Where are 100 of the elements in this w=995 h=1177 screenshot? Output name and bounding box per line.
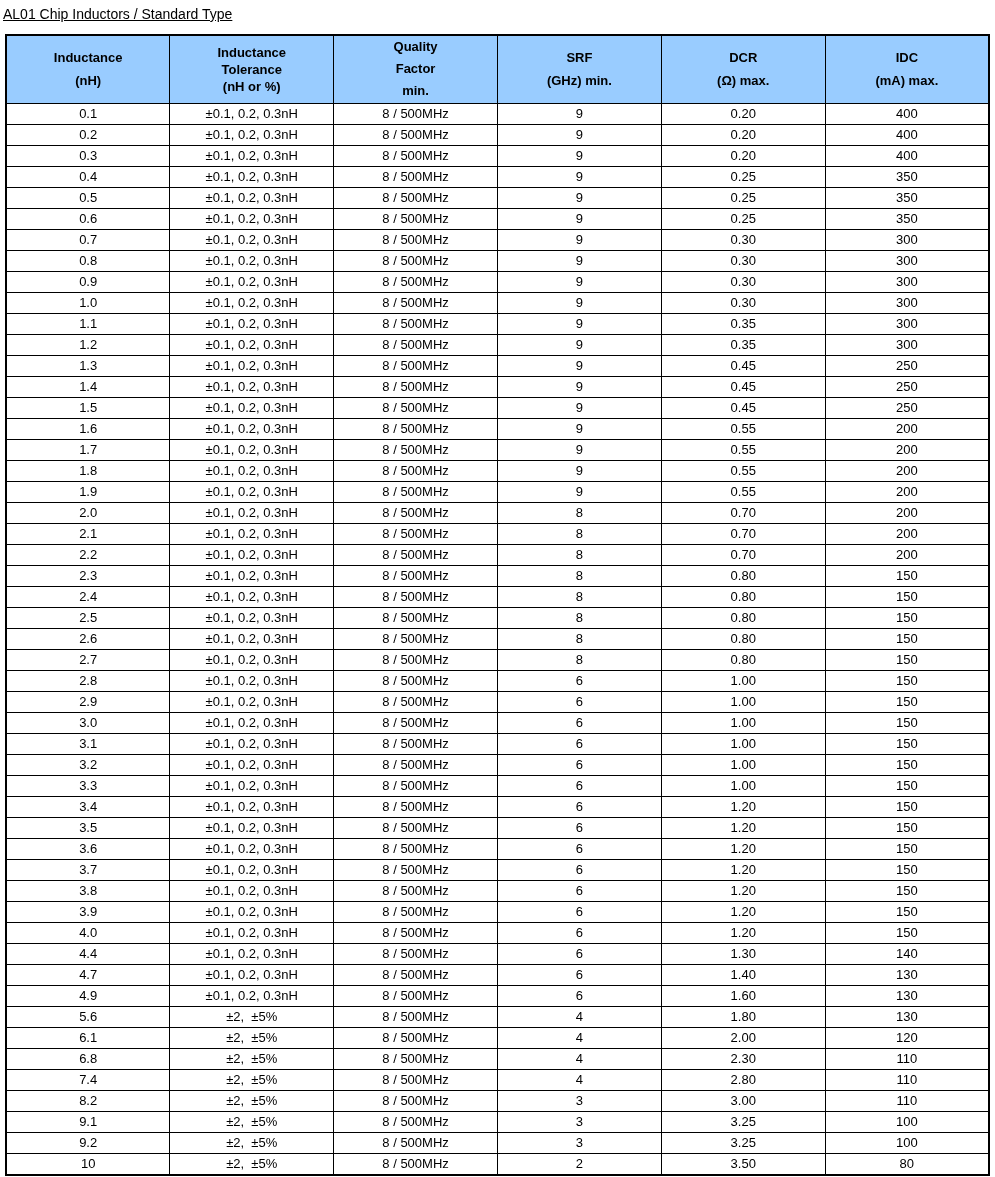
table-cell: 8 / 500MHz — [333, 1132, 498, 1153]
table-cell: 8 / 500MHz — [333, 502, 498, 523]
table-cell: 3.5 — [6, 817, 170, 838]
table-cell: 2.2 — [6, 544, 170, 565]
table-cell: 6 — [497, 712, 662, 733]
table-cell: 1.60 — [661, 985, 826, 1006]
table-cell: 2.4 — [6, 586, 170, 607]
table-cell: ±0.1, 0.2, 0.3nH — [169, 649, 334, 670]
table-cell: ±0.1, 0.2, 0.3nH — [169, 964, 334, 985]
table-cell: ±2, ±5% — [169, 1027, 334, 1048]
table-cell: 6 — [497, 796, 662, 817]
table-cell: 9 — [497, 334, 662, 355]
table-cell: 1.00 — [661, 712, 826, 733]
table-cell: 8 / 500MHz — [333, 817, 498, 838]
table-cell: 0.30 — [661, 250, 826, 271]
table-cell: 2.5 — [6, 607, 170, 628]
table-cell: 9 — [497, 124, 662, 145]
table-cell: ±0.1, 0.2, 0.3nH — [169, 250, 334, 271]
table-cell: 8 / 500MHz — [333, 733, 498, 754]
table-cell: 2.0 — [6, 502, 170, 523]
table-cell: 0.5 — [6, 187, 170, 208]
table-cell: 9 — [497, 313, 662, 334]
table-cell: 1.9 — [6, 481, 170, 502]
table-cell: 8 / 500MHz — [333, 859, 498, 880]
table-cell: 3.00 — [661, 1090, 826, 1111]
table-cell: ±0.1, 0.2, 0.3nH — [169, 271, 334, 292]
table-cell: 4.4 — [6, 943, 170, 964]
table-cell: 8 / 500MHz — [333, 313, 498, 334]
table-cell: 4 — [497, 1048, 662, 1069]
table-cell: 1.4 — [6, 376, 170, 397]
table-cell: 1.80 — [661, 1006, 826, 1027]
table-cell: 8 / 500MHz — [333, 103, 498, 124]
table-cell: ±0.1, 0.2, 0.3nH — [169, 628, 334, 649]
table-cell: 8 / 500MHz — [333, 943, 498, 964]
table-cell: 9 — [497, 418, 662, 439]
table-cell: ±0.1, 0.2, 0.3nH — [169, 460, 334, 481]
table-cell: 8 — [497, 586, 662, 607]
table-cell: ±2, ±5% — [169, 1090, 334, 1111]
table-cell: 0.80 — [661, 586, 826, 607]
table-cell: 0.3 — [6, 145, 170, 166]
table-cell: 8 / 500MHz — [333, 166, 498, 187]
table-cell: 8 / 500MHz — [333, 418, 498, 439]
table-cell: 9 — [497, 292, 662, 313]
table-cell: 8 / 500MHz — [333, 208, 498, 229]
table-cell: 1.00 — [661, 691, 826, 712]
table-cell: 9.1 — [6, 1111, 170, 1132]
table-cell: 3.4 — [6, 796, 170, 817]
table-cell: ±0.1, 0.2, 0.3nH — [169, 586, 334, 607]
table-cell: 0.30 — [661, 271, 826, 292]
table-cell: 8 / 500MHz — [333, 796, 498, 817]
table-cell: 6 — [497, 754, 662, 775]
table-cell: 8 — [497, 649, 662, 670]
table-cell: 6 — [497, 775, 662, 796]
table-cell: 8 / 500MHz — [333, 481, 498, 502]
table-cell: ±2, ±5% — [169, 1069, 334, 1090]
table-title: AL01 Chip Inductors / Standard Type — [3, 5, 233, 23]
table-cell: 8 / 500MHz — [333, 1006, 498, 1027]
table-cell: ±0.1, 0.2, 0.3nH — [169, 775, 334, 796]
table-cell: 5.6 — [6, 1006, 170, 1027]
table-cell: 6 — [497, 859, 662, 880]
table-cell: 8 / 500MHz — [333, 964, 498, 985]
table-cell: 9 — [497, 460, 662, 481]
table-cell: 2.80 — [661, 1069, 826, 1090]
table-cell: ±0.1, 0.2, 0.3nH — [169, 796, 334, 817]
table-cell: 0.30 — [661, 229, 826, 250]
table-cell: 9.2 — [6, 1132, 170, 1153]
table-cell: ±0.1, 0.2, 0.3nH — [169, 355, 334, 376]
table-cell: 4.0 — [6, 922, 170, 943]
table-cell: 1.2 — [6, 334, 170, 355]
table-cell: 8 — [497, 628, 662, 649]
table-cell: 1.8 — [6, 460, 170, 481]
table-cell: 8 / 500MHz — [333, 271, 498, 292]
table-cell: 0.55 — [661, 460, 826, 481]
table-cell: ±0.1, 0.2, 0.3nH — [169, 481, 334, 502]
table-cell: 8 / 500MHz — [333, 544, 498, 565]
table-cell: 1.6 — [6, 418, 170, 439]
table-cell: 8 / 500MHz — [333, 901, 498, 922]
table-cell: 9 — [497, 355, 662, 376]
table-cell: ±0.1, 0.2, 0.3nH — [169, 523, 334, 544]
table-cell: 8 / 500MHz — [333, 1111, 498, 1132]
table-cell: 6 — [497, 733, 662, 754]
table-cell: 0.45 — [661, 355, 826, 376]
table-cell: 1.30 — [661, 943, 826, 964]
table-cell: ±0.1, 0.2, 0.3nH — [169, 124, 334, 145]
table-cell: 3.25 — [661, 1132, 826, 1153]
table-cell: 9 — [497, 166, 662, 187]
table-cell: 8 / 500MHz — [333, 187, 498, 208]
table-cell: 8 / 500MHz — [333, 754, 498, 775]
table-cell: ±2, ±5% — [169, 1006, 334, 1027]
table-cell: 6 — [497, 880, 662, 901]
table-cell: 0.20 — [661, 103, 826, 124]
table-cell: 0.7 — [6, 229, 170, 250]
table-cell: 8 / 500MHz — [333, 922, 498, 943]
table-cell: 1.20 — [661, 880, 826, 901]
table-cell: ±0.1, 0.2, 0.3nH — [169, 103, 334, 124]
column-header: Inductance Tolerance (nH or %) — [169, 35, 334, 103]
table-cell: ±0.1, 0.2, 0.3nH — [169, 880, 334, 901]
table-cell: 3.0 — [6, 712, 170, 733]
table-cell: 0.2 — [6, 124, 170, 145]
table-cell: 9 — [497, 271, 662, 292]
